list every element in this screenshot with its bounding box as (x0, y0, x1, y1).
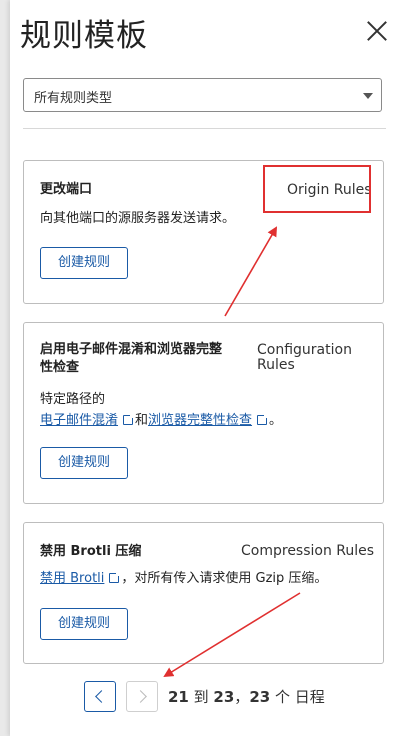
rule-type-filter-select[interactable]: 所有规则类型 (23, 78, 382, 112)
card-title: 禁用 Brotli 压缩 (40, 544, 142, 559)
external-link-icon (109, 571, 122, 583)
next-page-button[interactable] (126, 681, 158, 712)
card-rule-type: Compression Rules (241, 543, 375, 559)
template-card-email-obfuscation: 启用电子邮件混淆和浏览器完整 性检查 Configuration Rules 特… (23, 322, 384, 504)
range-start: 21 (168, 688, 189, 706)
previous-page-button[interactable] (84, 681, 116, 712)
total-suffix: 个 日程 (270, 688, 325, 706)
and-text: 和 (135, 413, 149, 428)
template-card-disable-brotli: 禁用 Brotli 压缩 Compression Rules 禁用 Brotli… (23, 522, 384, 664)
card-title: 更改端口 (40, 182, 93, 197)
chevron-left-icon (95, 690, 108, 703)
create-rule-button[interactable]: 创建规则 (40, 247, 128, 279)
total-sep: ， (234, 688, 250, 706)
card-description-line-1: 特定路径的 (40, 392, 106, 407)
rule-type-filter-value: 所有规则类型 (34, 91, 113, 106)
range-end: 23 (213, 688, 235, 706)
card-title-line-1: 启用电子邮件混淆和浏览器完整 (40, 342, 223, 357)
card-description-rest: ，对所有传入请求使用 Gzip 压缩。 (121, 571, 328, 586)
close-icon[interactable] (362, 16, 392, 46)
create-rule-button[interactable]: 创建规则 (40, 447, 128, 479)
total-count: 23 (249, 688, 271, 706)
rule-templates-panel: 规则模板 所有规则类型 更改端口 Origin Rules 向其他端口的源服务器… (10, 0, 398, 736)
card-rule-type-line-2: Rules (257, 357, 295, 373)
divider (23, 128, 386, 129)
external-link-icon (123, 413, 136, 425)
external-link-icon (257, 413, 270, 425)
range-sep: 到 (188, 688, 214, 706)
panel-title: 规则模板 (20, 18, 148, 54)
card-description: 向其他端口的源服务器发送请求。 (40, 211, 236, 226)
card-title-line-2: 性检查 (40, 360, 80, 375)
period-text: 。 (269, 413, 283, 428)
chevron-right-icon (134, 690, 147, 703)
card-description-line-2: 电子邮件混淆 和浏览器完整性检查 。 (40, 410, 282, 431)
browser-integrity-check-link[interactable]: 浏览器完整性检查 (148, 413, 252, 428)
pagination-summary: 21 到 23，23 个 日程 (168, 686, 325, 707)
highlight-box-origin-rules (263, 165, 371, 213)
disable-brotli-link[interactable]: 禁用 Brotli (40, 571, 104, 586)
card-description: 禁用 Brotli ，对所有传入请求使用 Gzip 压缩。 (40, 568, 327, 589)
create-rule-button[interactable]: 创建规则 (40, 608, 128, 640)
email-obfuscation-link[interactable]: 电子邮件混淆 (40, 413, 118, 428)
card-rule-type-line-1: Configuration (257, 342, 352, 358)
chevron-down-icon (363, 93, 373, 99)
